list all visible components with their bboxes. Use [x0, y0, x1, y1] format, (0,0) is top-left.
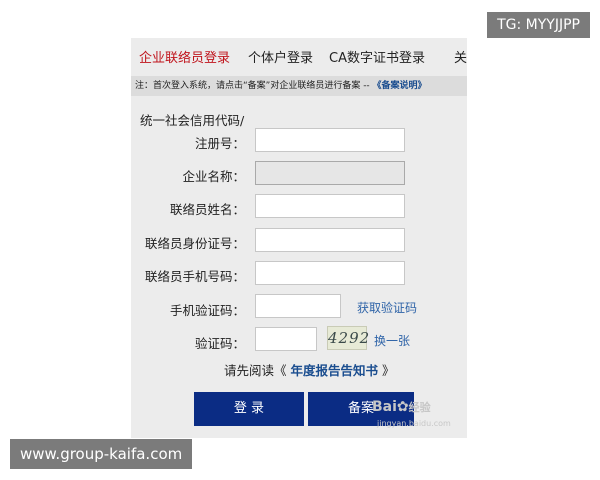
liaison-name-input[interactable] [255, 194, 405, 218]
read-notice: 请先阅读《 年度报告告知书 》 [224, 360, 394, 379]
registration-instructions-link[interactable]: 《备案说明》 [373, 81, 427, 91]
paw-icon: ✿ [396, 399, 409, 415]
liaison-name-label: 联络员姓名： [169, 202, 245, 217]
login-tabs: 企业联络员登录 个体户登录 CA数字证书登录 关 [131, 38, 467, 74]
company-name-input [255, 161, 405, 185]
sms-code-label: 手机验证码： [169, 303, 245, 318]
notice-text: 注：首次登入系统，请点击“备案”对企业联络员进行备案 -- [135, 81, 373, 91]
credit-code-label: 统一社会信用代码/ [140, 113, 245, 128]
refresh-captcha-link[interactable]: 换一张 [374, 332, 410, 349]
login-panel: 企业联络员登录 个体户登录 CA数字证书登录 关 注：首次登入系统，请点击“备案… [131, 38, 467, 438]
captcha-input[interactable] [255, 327, 317, 351]
first-login-notice: 注：首次登入系统，请点击“备案”对企业联络员进行备案 -- 《备案说明》 [131, 76, 467, 96]
tab-individual-login[interactable]: 个体户登录 [248, 47, 313, 66]
liaison-id-label: 联络员身份证号： [144, 236, 245, 251]
liaison-phone-label: 联络员手机号码： [144, 269, 245, 284]
baidu-watermark-url: jingyan.baidu.com [377, 419, 451, 428]
tg-overlay-badge: TG: MYYJJPP [487, 12, 590, 38]
reg-no-label: 注册号： [194, 136, 245, 151]
tab-ca-certificate-login[interactable]: CA数字证书登录 [329, 47, 425, 66]
read-notice-prefix: 请先阅读《 [224, 363, 291, 378]
captcha-image[interactable]: 4292 [327, 326, 369, 350]
read-notice-suffix: 》 [378, 363, 395, 378]
get-sms-code-link[interactable]: 获取验证码 [357, 299, 417, 316]
tab-enterprise-liaison-login[interactable]: 企业联络员登录 [139, 47, 230, 66]
liaison-phone-input[interactable] [255, 261, 405, 285]
sms-code-input[interactable] [255, 294, 341, 318]
login-button[interactable]: 登 录 [194, 392, 304, 426]
tab-truncated[interactable]: 关 [454, 47, 467, 66]
annual-report-notice-link[interactable]: 年度报告告知书 [290, 363, 378, 378]
baidu-watermark-logo: Bai✿经验 [372, 399, 431, 415]
baidu-watermark-jingyan: 经验 [408, 401, 431, 414]
site-overlay-badge: www.group-kaifa.com [10, 439, 193, 469]
captcha-label: 验证码： [194, 336, 245, 351]
company-name-label: 企业名称： [182, 169, 245, 184]
baidu-watermark-brand: Bai [372, 399, 397, 415]
credit-code-input[interactable] [255, 128, 405, 152]
liaison-id-input[interactable] [255, 228, 405, 252]
